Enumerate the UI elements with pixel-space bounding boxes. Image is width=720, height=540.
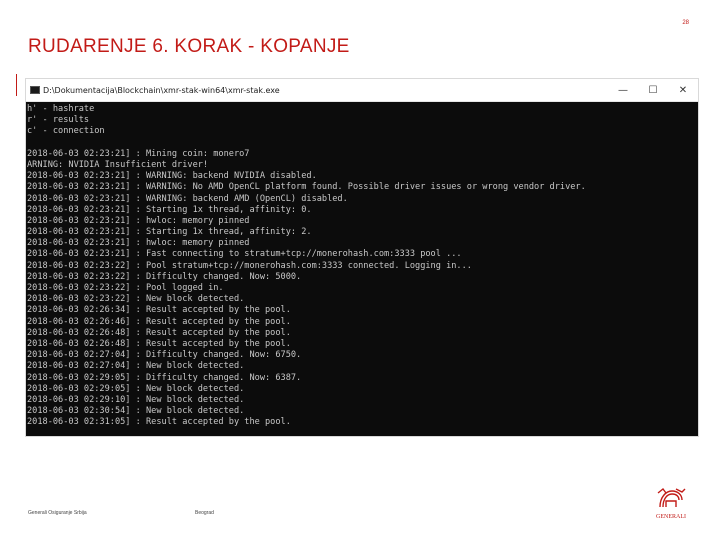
console-line: 2018-06-03 02:23:22] : New block detecte… [27, 294, 245, 305]
console-line: 2018-06-03 02:23:21] : WARNING: backend … [27, 193, 348, 204]
console-line: 2018-06-03 02:29:05] : Difficulty change… [27, 372, 302, 383]
console-output[interactable]: h' - hashrate r' - results c' - connection… [26, 102, 698, 428]
window-title: D:\Dokumentacija\Blockchain\xmr-stak-win… [43, 85, 280, 95]
console-line: h' - hashrate [27, 104, 95, 114]
console-line: 2018-06-03 02:23:22] : Pool logged in. [27, 283, 224, 293]
slide-title: RUDARENJE 6. KORAK - KOPANJE [28, 36, 350, 57]
console-line: 2018-06-03 02:23:21] : Mining coin: mone… [27, 148, 250, 159]
console-line: 2018-06-03 02:29:10] : New block detecte… [27, 394, 245, 405]
console-line: r' - results [27, 115, 90, 126]
close-button[interactable]: ✕ [668, 79, 698, 101]
footer-company: Generali Osiguranje Srbija [28, 510, 87, 516]
console-line: 2018-06-03 02:26:46] : Result accepted b… [27, 316, 291, 327]
generali-lion-logo: GENERALI [656, 488, 686, 520]
console-line: c' - connection [27, 126, 105, 137]
console-line: 2018-06-03 02:26:48] : Result accepted b… [27, 327, 291, 338]
console-line: 2018-06-03 02:23:21] : Starting 1x threa… [27, 227, 312, 238]
logo-wordmark: GENERALI [656, 514, 686, 520]
window-controls: — ☐ ✕ [608, 79, 698, 101]
console-line: 2018-06-03 02:31:05] : Result accepted b… [27, 417, 291, 428]
console-line: 2018-06-03 02:23:21] : Fast connecting t… [27, 249, 462, 260]
window-titlebar[interactable]: D:\Dokumentacija\Blockchain\xmr-stak-win… [26, 79, 698, 102]
slide-number: 28 [682, 20, 689, 26]
console-line: 2018-06-03 02:23:21] : Starting 1x threa… [27, 204, 312, 215]
console-line: 2018-06-03 02:23:22] : Difficulty change… [27, 271, 302, 282]
console-line: 2018-06-03 02:23:21] : hwloc: memory pin… [27, 215, 250, 226]
minimize-button[interactable]: — [608, 79, 638, 101]
console-line: 2018-06-03 02:23:21] : hwloc: memory pin… [27, 238, 250, 249]
cmd-icon [30, 86, 40, 94]
console-line: 2018-06-03 02:27:04] : New block detecte… [27, 361, 245, 372]
console-line: 2018-06-03 02:27:04] : Difficulty change… [27, 350, 302, 361]
cmd-window[interactable]: D:\Dokumentacija\Blockchain\xmr-stak-win… [25, 78, 699, 437]
console-line: 2018-06-03 02:23:21] : WARNING: backend … [27, 171, 317, 182]
console-line: 2018-06-03 02:26:48] : Result accepted b… [27, 338, 291, 349]
console-line: ARNING: NVIDIA Insufficient driver! [27, 159, 209, 170]
console-line: 2018-06-03 02:23:21] : WARNING: No AMD O… [27, 182, 586, 193]
maximize-button[interactable]: ☐ [638, 79, 668, 101]
console-line: 2018-06-03 02:23:22] : Pool stratum+tcp:… [27, 260, 472, 271]
console-line: 2018-06-03 02:26:34] : Result accepted b… [27, 305, 291, 316]
console-line: 2018-06-03 02:29:05] : New block detecte… [27, 383, 245, 394]
footer-city: Beograd [195, 510, 214, 516]
accent-rule [16, 74, 17, 96]
console-line: 2018-06-03 02:30:54] : New block detecte… [27, 406, 245, 417]
